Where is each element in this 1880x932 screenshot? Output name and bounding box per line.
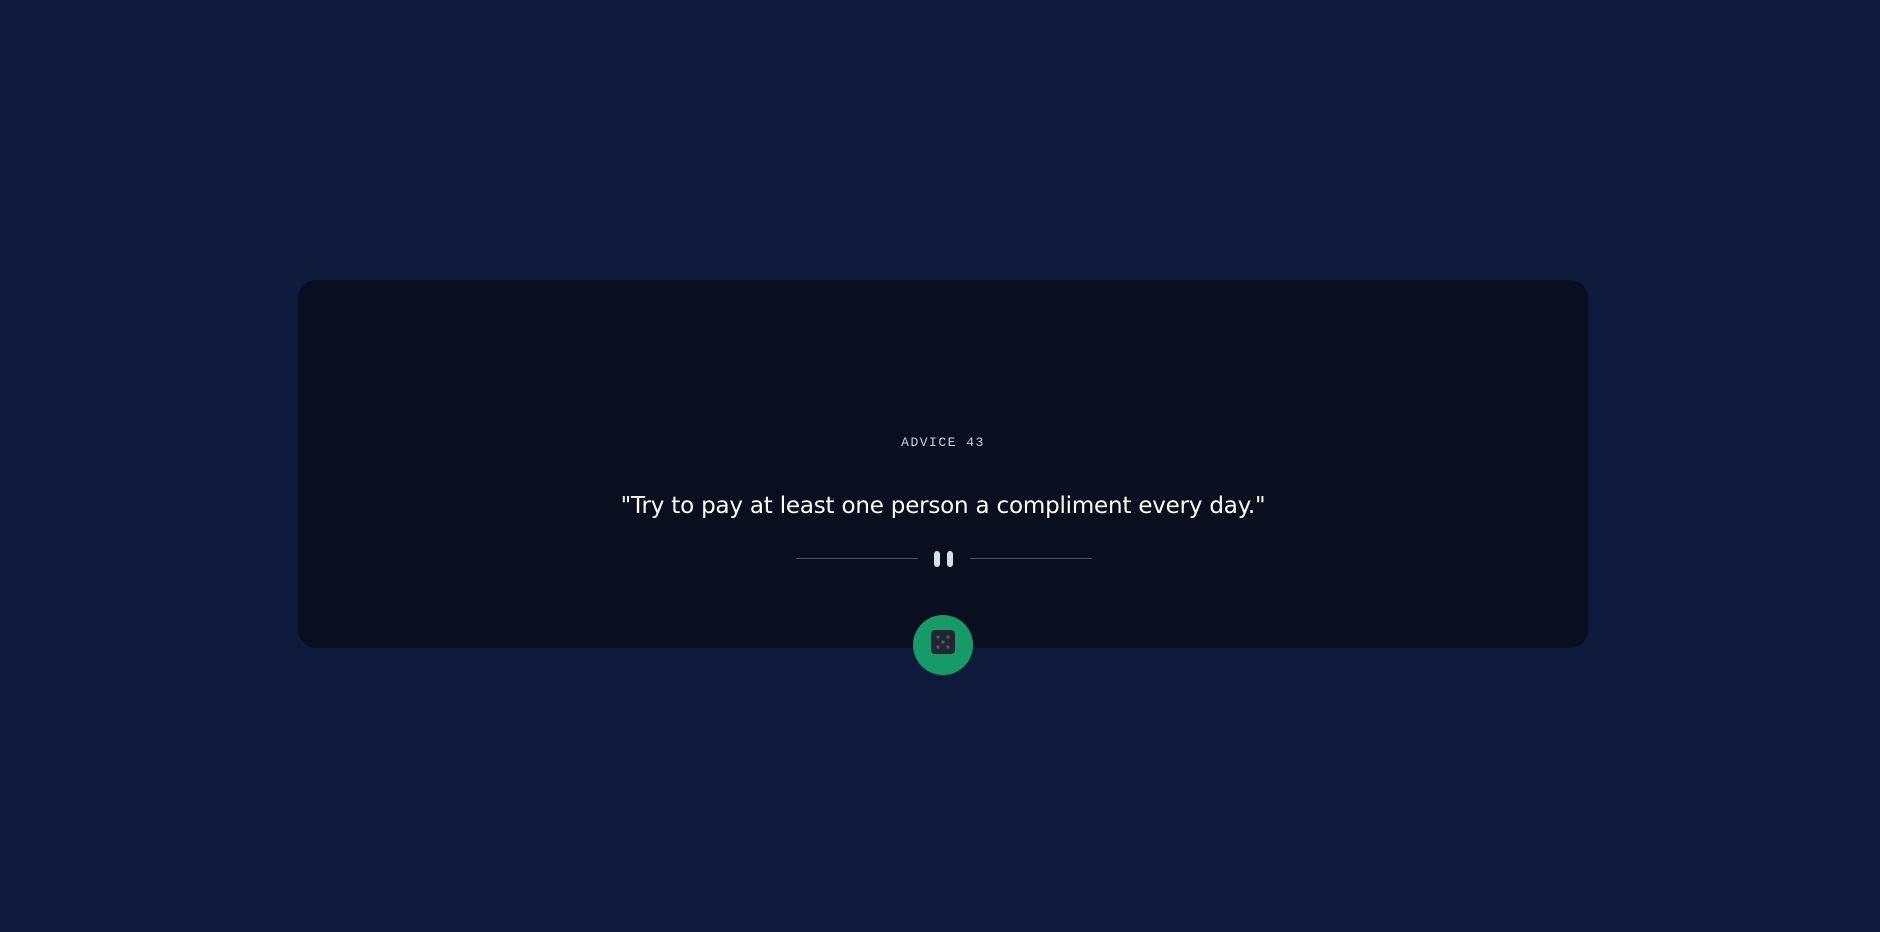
divider-line-right bbox=[970, 558, 1092, 559]
divider-line-left bbox=[796, 558, 918, 559]
advice-card: ADVICE 43 "Try to pay at least one perso… bbox=[298, 280, 1588, 648]
generate-advice-button[interactable] bbox=[913, 615, 973, 675]
pause-icon bbox=[932, 550, 956, 568]
divider bbox=[796, 550, 1092, 568]
page: ADVICE 43 "Try to pay at least one perso… bbox=[0, 0, 1880, 932]
dice-icon bbox=[931, 630, 955, 654]
advice-quote: "Try to pay at least one person a compli… bbox=[620, 493, 1266, 519]
advice-number: ADVICE 43 bbox=[901, 435, 985, 450]
